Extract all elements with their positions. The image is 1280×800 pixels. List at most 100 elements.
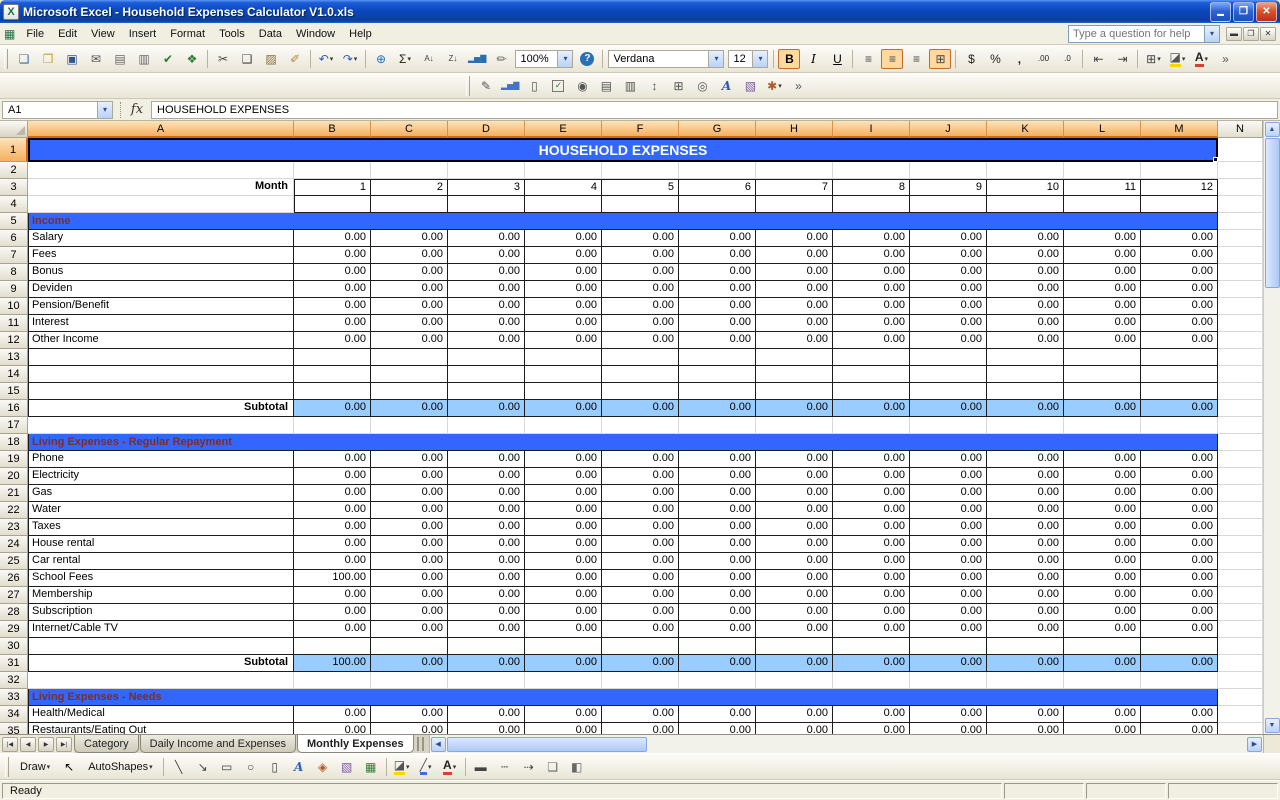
undo-button[interactable]: ↶▾ bbox=[315, 49, 337, 69]
cell[interactable] bbox=[1218, 604, 1263, 621]
cell-value[interactable]: 0.00 bbox=[679, 451, 756, 468]
column-header-e[interactable]: E bbox=[525, 121, 602, 138]
column-header-d[interactable]: D bbox=[448, 121, 525, 138]
cell-month-9[interactable]: 9 bbox=[910, 179, 987, 196]
cell-value[interactable]: 0.00 bbox=[371, 281, 448, 298]
cell-value[interactable]: 0.00 bbox=[1064, 315, 1141, 332]
fill-color-button[interactable]: ◪▾ bbox=[391, 757, 413, 777]
cell-value[interactable]: 0.00 bbox=[371, 247, 448, 264]
cell-value[interactable]: 0.00 bbox=[987, 281, 1064, 298]
cell-value[interactable]: 0.00 bbox=[679, 264, 756, 281]
cell-value[interactable]: 0.00 bbox=[833, 587, 910, 604]
cell[interactable] bbox=[28, 672, 294, 689]
cell-value[interactable]: 0.00 bbox=[756, 298, 833, 315]
cell-label[interactable]: Electricity bbox=[28, 468, 294, 485]
cell-value[interactable]: 0.00 bbox=[910, 553, 987, 570]
cell-value[interactable]: 0.00 bbox=[1064, 519, 1141, 536]
cell[interactable] bbox=[1218, 706, 1263, 723]
cell[interactable] bbox=[679, 196, 756, 213]
menu-help[interactable]: Help bbox=[342, 23, 379, 44]
cell-value[interactable]: 0.00 bbox=[756, 587, 833, 604]
cell-label[interactable]: Water bbox=[28, 502, 294, 519]
autosum-button[interactable]: Σ▾ bbox=[394, 49, 416, 69]
copy-button[interactable]: ❑ bbox=[236, 49, 258, 69]
3d-style-button[interactable]: ◧ bbox=[566, 757, 588, 777]
cell[interactable] bbox=[1218, 366, 1263, 383]
row-header-31[interactable]: 31 bbox=[0, 655, 28, 672]
cell[interactable] bbox=[1218, 247, 1263, 264]
cell-value[interactable]: 0.00 bbox=[1064, 400, 1141, 417]
font-name-select[interactable]: Verdana▾ bbox=[608, 50, 724, 68]
cell-value[interactable]: 0.00 bbox=[833, 400, 910, 417]
combo-box-button[interactable]: ▥ bbox=[619, 76, 641, 96]
comma-style-button[interactable]: , bbox=[1008, 49, 1030, 69]
cell-value[interactable]: 0.00 bbox=[294, 281, 371, 298]
row-header-14[interactable]: 14 bbox=[0, 366, 28, 383]
column-header-f[interactable]: F bbox=[602, 121, 679, 138]
bold-button[interactable]: B bbox=[778, 49, 800, 69]
sheet-tab-daily-income-and-expenses[interactable]: Daily Income and Expenses bbox=[140, 735, 296, 753]
cell-value[interactable] bbox=[756, 638, 833, 655]
next-sheet-button[interactable]: ▶ bbox=[38, 737, 54, 752]
cell-value[interactable]: 0.00 bbox=[833, 502, 910, 519]
cell-value[interactable]: 0.00 bbox=[602, 298, 679, 315]
cell-value[interactable]: 0.00 bbox=[1064, 332, 1141, 349]
cell-value[interactable] bbox=[602, 383, 679, 400]
cell-value[interactable]: 0.00 bbox=[525, 604, 602, 621]
row-header-22[interactable]: 22 bbox=[0, 502, 28, 519]
cell-value[interactable]: 0.00 bbox=[371, 315, 448, 332]
cell-value[interactable] bbox=[910, 366, 987, 383]
cell-value[interactable]: 0.00 bbox=[833, 298, 910, 315]
cell-value[interactable]: 0.00 bbox=[987, 621, 1064, 638]
cell-value[interactable] bbox=[1141, 366, 1218, 383]
cell-value[interactable]: 0.00 bbox=[525, 502, 602, 519]
cell-value[interactable]: 0.00 bbox=[525, 468, 602, 485]
cell-value[interactable]: 0.00 bbox=[679, 604, 756, 621]
cell-month-12[interactable]: 12 bbox=[1141, 179, 1218, 196]
rectangle-button[interactable]: ▭ bbox=[216, 757, 238, 777]
cell-value[interactable]: 0.00 bbox=[448, 281, 525, 298]
cell-value[interactable]: 0.00 bbox=[371, 587, 448, 604]
cell[interactable] bbox=[602, 196, 679, 213]
cell-value[interactable]: 0.00 bbox=[1064, 536, 1141, 553]
cell-label[interactable] bbox=[28, 366, 294, 383]
text-box-button[interactable]: ▯ bbox=[523, 76, 545, 96]
cell-label[interactable]: Health/Medical bbox=[28, 706, 294, 723]
cell[interactable] bbox=[1218, 315, 1263, 332]
cell-label[interactable]: Subtotal bbox=[28, 655, 294, 672]
cell-value[interactable]: 0.00 bbox=[602, 553, 679, 570]
cell-value[interactable]: 0.00 bbox=[602, 332, 679, 349]
clip-art-button[interactable]: ▧ bbox=[336, 757, 358, 777]
cell-value[interactable]: 0.00 bbox=[910, 536, 987, 553]
section-header-cell[interactable]: Living Expenses - Needs bbox=[28, 689, 1218, 706]
workbook-minimize-button[interactable]: ▬ bbox=[1226, 27, 1242, 41]
cell-value[interactable] bbox=[602, 638, 679, 655]
format-painter-button[interactable]: ✐ bbox=[284, 49, 306, 69]
cell-value[interactable]: 0.00 bbox=[679, 485, 756, 502]
toolbar-grip[interactable] bbox=[5, 757, 9, 777]
cell[interactable] bbox=[1141, 162, 1218, 179]
row-header-27[interactable]: 27 bbox=[0, 587, 28, 604]
cell-value[interactable] bbox=[602, 366, 679, 383]
cell-value[interactable]: 0.00 bbox=[1064, 502, 1141, 519]
row-header-5[interactable]: 5 bbox=[0, 213, 28, 230]
cell-value[interactable]: 0.00 bbox=[448, 604, 525, 621]
formula-input[interactable]: HOUSEHOLD EXPENSES bbox=[151, 101, 1278, 119]
column-header-g[interactable]: G bbox=[679, 121, 756, 138]
oval-button[interactable]: ○ bbox=[240, 757, 262, 777]
cell-value[interactable] bbox=[833, 638, 910, 655]
cell-value[interactable]: 0.00 bbox=[525, 723, 602, 734]
cell-value[interactable]: 0.00 bbox=[833, 485, 910, 502]
increase-indent-button[interactable]: ⇥ bbox=[1111, 49, 1133, 69]
last-sheet-button[interactable]: ▶| bbox=[56, 737, 72, 752]
cell[interactable] bbox=[28, 196, 294, 213]
cell-value[interactable]: 0.00 bbox=[448, 706, 525, 723]
cell-month-8[interactable]: 8 bbox=[833, 179, 910, 196]
print-preview-button[interactable]: ▥ bbox=[133, 49, 155, 69]
cell-value[interactable]: 0.00 bbox=[294, 298, 371, 315]
cell-value[interactable]: 0.00 bbox=[1141, 536, 1218, 553]
cell-value[interactable]: 0.00 bbox=[910, 298, 987, 315]
cell-value[interactable]: 0.00 bbox=[679, 723, 756, 734]
cell-label[interactable]: Restaurants/Eating Out bbox=[28, 723, 294, 734]
cell-value[interactable]: 0.00 bbox=[602, 536, 679, 553]
